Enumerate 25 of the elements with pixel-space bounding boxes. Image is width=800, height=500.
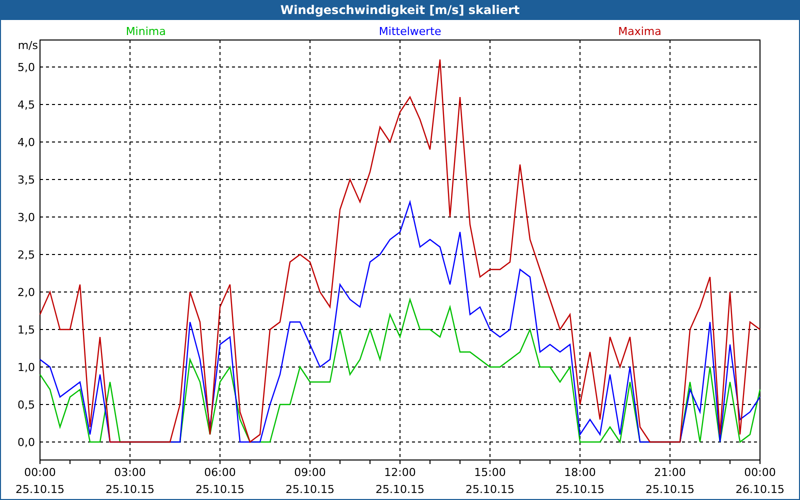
x-tick-label: 12:00 25.10.15 (376, 466, 424, 496)
x-tick-label: 15:00 25.10.15 (466, 466, 514, 496)
legend-label: Minima (126, 25, 166, 38)
y-tick-label: 2,5 (18, 248, 35, 262)
x-tick-label: 18:00 25.10.15 (556, 466, 604, 496)
y-tick-label: 0,0 (18, 436, 35, 449)
window-title: Windgeschwindigkeit [m/s] skaliert (280, 3, 520, 17)
y-tick-label: 1,5 (18, 324, 35, 336)
x-tick-label: 00:00 26.10.15 (736, 466, 784, 496)
y-tick-label: 3,5 (18, 174, 35, 186)
x-tick-label: 06:00 25.10.15 (196, 466, 244, 496)
y-tick-label: 0,5 (18, 398, 35, 412)
y-tick-label: 5,0 (18, 61, 35, 74)
x-tick-label: 03:00 25.10.15 (106, 466, 154, 496)
y-tick-label: 4,0 (18, 136, 35, 149)
y-tick-label: 4,5 (18, 98, 35, 112)
x-tick-label: 00:00 25.10.15 (16, 466, 64, 496)
y-tick-label: 2,0 (18, 286, 35, 299)
legend-label: Maxima (618, 25, 662, 38)
y-tick-label: 3,0 (18, 211, 35, 224)
y-axis-unit: m/s (18, 39, 38, 52)
y-tick-label: 1,0 (18, 361, 35, 374)
legend-label: Mittelwerte (378, 25, 442, 38)
x-tick-label: 21:00 25.10.15 (646, 466, 694, 496)
x-tick-label: 09:00 25.10.15 (286, 466, 334, 496)
